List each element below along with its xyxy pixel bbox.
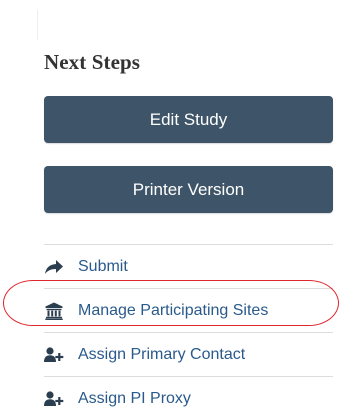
add-user-icon — [43, 345, 65, 365]
edit-study-button[interactable]: Edit Study — [44, 96, 333, 143]
add-user-icon — [43, 389, 65, 409]
submit-label: Submit — [78, 257, 128, 275]
institution-icon — [43, 301, 65, 321]
manage-participating-sites-label: Manage Participating Sites — [78, 301, 269, 319]
assign-pi-proxy-label: Assign PI Proxy — [78, 389, 191, 407]
share-arrow-icon — [43, 257, 65, 277]
assign-primary-contact-action[interactable]: Assign Primary Contact — [44, 332, 333, 376]
action-list: Submit Manage Participating Sites Assign… — [44, 244, 333, 416]
printer-version-button[interactable]: Printer Version — [44, 166, 333, 213]
manage-participating-sites-action[interactable]: Manage Participating Sites — [44, 288, 333, 332]
submit-action[interactable]: Submit — [44, 244, 333, 288]
assign-pi-proxy-action[interactable]: Assign PI Proxy — [44, 376, 333, 416]
divider — [37, 10, 38, 40]
assign-primary-contact-label: Assign Primary Contact — [78, 345, 246, 363]
next-steps-heading: Next Steps — [44, 50, 141, 74]
